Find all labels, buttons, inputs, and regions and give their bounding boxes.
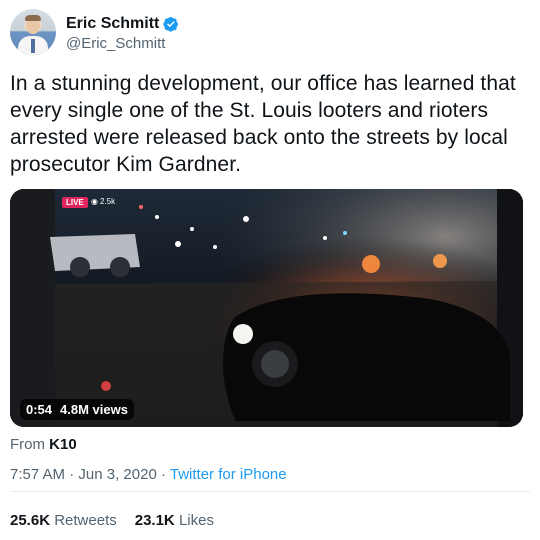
video-duration: 0:54	[26, 402, 53, 417]
eye-icon: ◉	[91, 197, 98, 206]
meta-separator-2: ·	[160, 466, 166, 483]
author-name[interactable]: Eric Schmitt	[66, 15, 159, 33]
author-name-row[interactable]: Eric Schmitt	[66, 15, 179, 33]
likes-stat[interactable]: 23.1K Likes	[135, 512, 214, 529]
retweets-label: Retweets	[54, 512, 117, 529]
engagement-stats: 25.6K Retweets 23.1K Likes	[10, 512, 214, 529]
video-stats-pill: 0:54 4.8M views	[20, 399, 134, 420]
retweets-stat[interactable]: 25.6K Retweets	[10, 512, 117, 529]
author-handle[interactable]: @Eric_Schmitt	[66, 36, 165, 52]
video-frame	[10, 189, 523, 427]
attribution-line[interactable]: From K10	[10, 436, 77, 453]
tweet-text: In a stunning development, our office ha…	[10, 72, 516, 176]
likes-count: 23.1K	[134, 512, 175, 529]
from-label: From	[10, 436, 45, 453]
live-viewers: ◉ 2.5k	[91, 197, 115, 206]
tweet-header: Eric Schmitt @Eric_Schmitt	[10, 9, 530, 57]
from-source[interactable]: K10	[49, 436, 77, 453]
video-views: 4.8M views	[60, 402, 128, 417]
tweet-time[interactable]: 7:57 AM	[10, 466, 65, 483]
tweet-date[interactable]: Jun 3, 2020	[78, 466, 156, 483]
avatar[interactable]	[10, 9, 56, 55]
live-viewers-count: 2.5k	[99, 197, 116, 206]
meta-separator-1: ·	[69, 466, 75, 483]
retweets-count: 25.6K	[10, 512, 51, 529]
stats-divider-top	[10, 491, 530, 492]
avatar-hair	[25, 15, 41, 21]
tweet-source-link[interactable]: Twitter for iPhone	[170, 466, 287, 483]
video-player[interactable]: LIVE ◉ 2.5k 0:54 4.8M views	[10, 189, 523, 427]
likes-label: Likes	[178, 512, 214, 529]
tweet-meta: 7:57 AM · Jun 3, 2020 · Twitter for iPho…	[10, 466, 287, 483]
live-badge: LIVE	[62, 197, 88, 208]
verified-badge-icon	[163, 17, 179, 32]
avatar-tie	[31, 39, 35, 53]
